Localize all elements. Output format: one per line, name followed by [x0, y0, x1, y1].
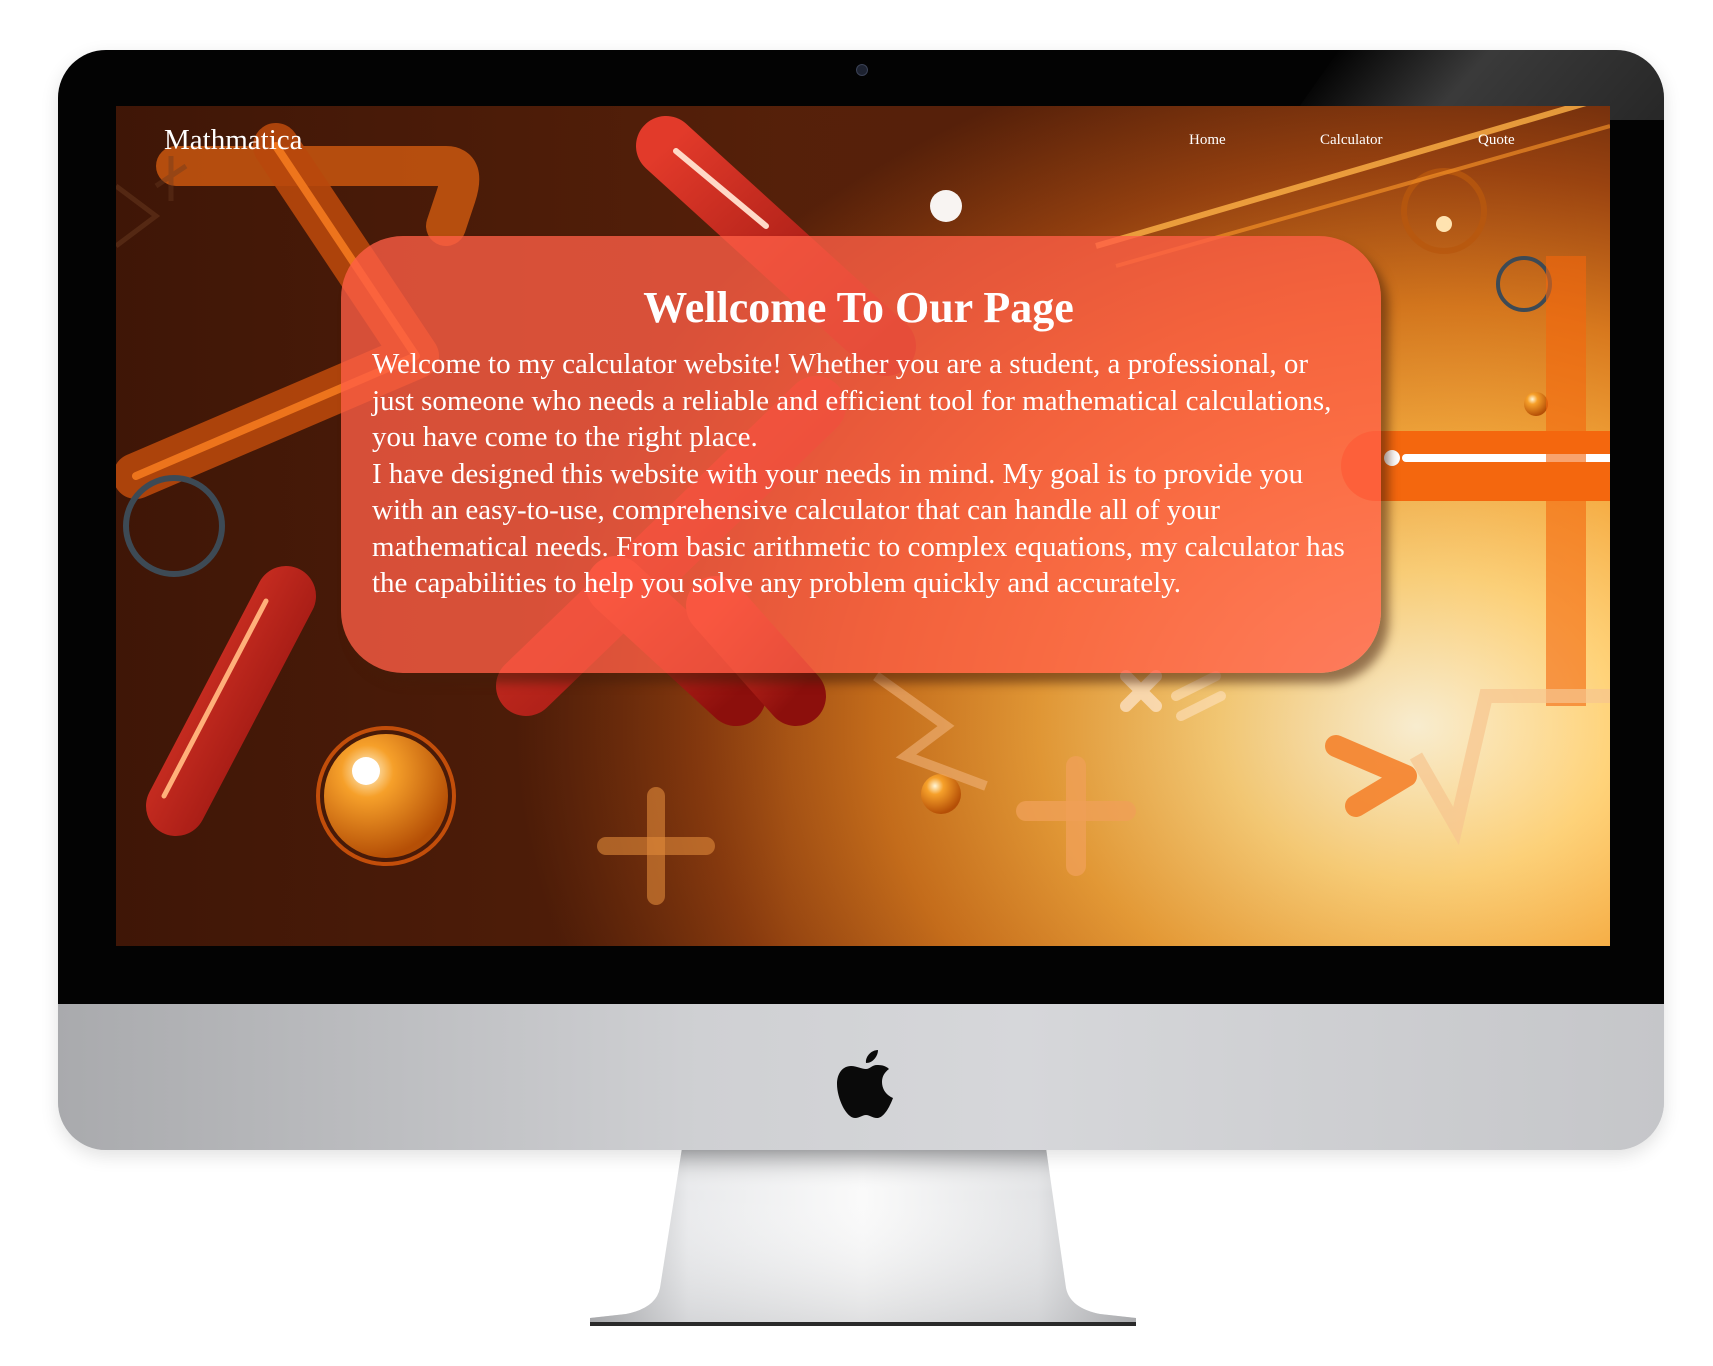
- nav-link-quote[interactable]: Quote: [1478, 132, 1515, 149]
- screen: Mathmatica Home Calculator Quote Wellcom…: [116, 106, 1610, 946]
- welcome-title: Wellcome To Our Page: [643, 283, 1074, 332]
- imac-mockup: Mathmatica Home Calculator Quote Wellcom…: [0, 0, 1713, 1366]
- monitor-chin: [58, 1004, 1664, 1150]
- apple-logo-icon: [837, 1050, 893, 1118]
- nav-link-calculator[interactable]: Calculator: [1320, 132, 1382, 149]
- welcome-paragraph-intro: Welcome to my calculator website! Whethe…: [372, 348, 1332, 454]
- nav-link-home[interactable]: Home: [1189, 132, 1226, 149]
- welcome-paragraph: Welcome to my calculator website! Whethe…: [372, 346, 1345, 602]
- camera-icon: [856, 64, 868, 76]
- welcome-card: Wellcome To Our Page Welcome to my calcu…: [341, 236, 1381, 673]
- navbar: Mathmatica Home Calculator Quote: [116, 106, 1610, 176]
- welcome-paragraph-goal: I have designed this website with your n…: [372, 457, 1345, 600]
- monitor-stand: [590, 1148, 1136, 1326]
- site-brand[interactable]: Mathmatica: [164, 124, 303, 157]
